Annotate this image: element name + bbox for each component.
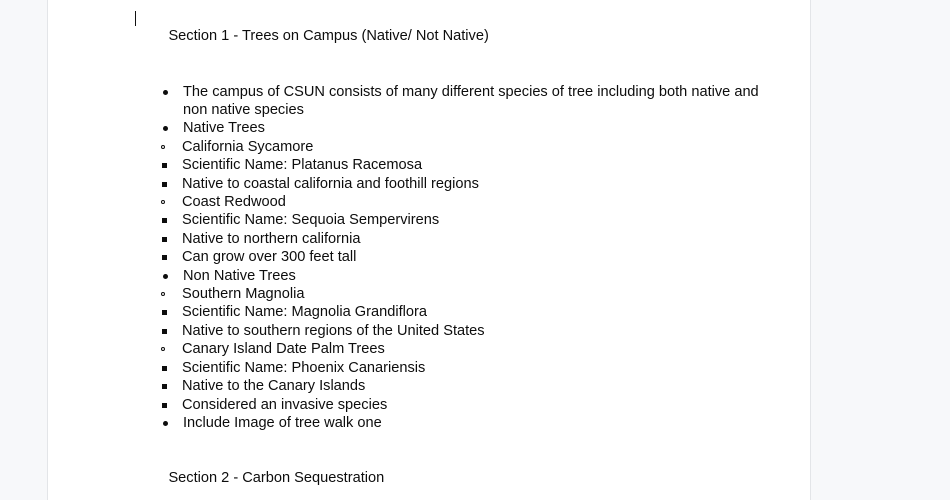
section-1-list: The campus of CSUN consists of many diff… (136, 83, 776, 433)
bullet-circle-icon (161, 144, 165, 149)
list-item[interactable]: Scientific Name: Platanus Racemosa (136, 156, 776, 174)
section-1-heading-text: Section 1 - Trees on Campus (Native/ Not… (168, 28, 489, 45)
list-item[interactable]: Can grow over 300 feet tall (136, 248, 776, 266)
list-item-text: Scientific Name: Magnolia Grandiflora (182, 304, 427, 321)
list-item-text: Non Native Trees (183, 267, 296, 284)
list-item-text: California Sycamore (182, 138, 314, 155)
list-item[interactable]: Canary Island Date Palm Trees (136, 340, 776, 358)
list-item[interactable]: Scientific Name: Magnolia Grandiflora (136, 303, 776, 321)
bullet-disc-icon (163, 420, 168, 426)
bullet-circle-icon (161, 347, 165, 352)
list-item-text: Native Trees (183, 120, 265, 137)
list-item-text: Native to coastal california and foothil… (182, 175, 479, 192)
list-item-text: Include Image of tree walk one (183, 414, 382, 431)
list-item-text: Can grow over 300 feet tall (182, 249, 357, 266)
list-item[interactable]: Native to coastal california and foothil… (136, 175, 776, 193)
bullet-square-icon (162, 236, 167, 242)
list-item[interactable]: Native Trees (136, 119, 776, 137)
bullet-disc-icon (163, 89, 168, 95)
list-item[interactable]: Considered an invasive species (136, 396, 776, 414)
bullet-square-icon (162, 365, 167, 371)
bullet-square-icon (162, 310, 167, 316)
bullet-square-icon (162, 384, 167, 390)
non-native-trees-sublist: Southern Magnolia Scientific Name: Magno… (136, 285, 776, 414)
bullet-square-icon (162, 255, 167, 261)
list-item[interactable]: California Sycamore (136, 138, 776, 156)
list-item[interactable]: Coast Redwood (136, 193, 776, 211)
list-item-text: Native to northern california (182, 230, 361, 247)
list-item-text: Canary Island Date Palm Trees (182, 341, 385, 358)
section-1-heading[interactable]: Section 1 - Trees on Campus (Native/ Not… (135, 9, 776, 64)
list-item-text: Coast Redwood (182, 194, 286, 211)
canary-island-palm-sublist: Scientific Name: Phoenix Canariensis Nat… (136, 359, 776, 414)
list-item[interactable]: Southern Magnolia (136, 285, 776, 303)
bullet-square-icon (162, 163, 167, 169)
california-sycamore-sublist: Scientific Name: Platanus Racemosa Nativ… (136, 156, 776, 193)
document-body[interactable]: Section 1 - Trees on Campus (Native/ Not… (135, 0, 776, 500)
list-item[interactable]: Scientific Name: Sequoia Sempervirens (136, 211, 776, 229)
list-item-text: Native to the Canary Islands (182, 378, 366, 395)
bullet-circle-icon (161, 200, 165, 205)
list-item-text: Scientific Name: Phoenix Canariensis (182, 359, 426, 376)
bullet-circle-icon (161, 292, 165, 297)
list-item-text: Scientific Name: Platanus Racemosa (182, 157, 423, 174)
list-item-text: Scientific Name: Sequoia Sempervirens (182, 212, 440, 229)
section-2-heading[interactable]: Section 2 - Carbon Sequestration (136, 451, 776, 500)
bullet-square-icon (162, 218, 167, 224)
top-spacer (136, 0, 776, 9)
list-item[interactable]: Include Image of tree walk one (136, 414, 776, 432)
bullet-disc-icon (163, 273, 168, 279)
list-item-text: The campus of CSUN consists of many diff… (183, 83, 759, 119)
section-2-heading-text: Section 2 - Carbon Sequestration (168, 470, 385, 487)
list-item-text: Southern Magnolia (182, 286, 305, 303)
list-item-text: Considered an invasive species (182, 396, 388, 413)
list-item[interactable]: Native to southern regions of the United… (136, 322, 776, 340)
list-item[interactable]: Scientific Name: Phoenix Canariensis (136, 359, 776, 377)
bullet-square-icon (162, 328, 167, 334)
list-item[interactable]: Non Native Trees (136, 267, 776, 285)
list-item[interactable]: Native to the Canary Islands (136, 377, 776, 395)
bullet-square-icon (162, 181, 167, 187)
list-item[interactable]: The campus of CSUN consists of many diff… (136, 83, 776, 120)
coast-redwood-sublist: Scientific Name: Sequoia Sempervirens Na… (136, 211, 776, 266)
document-page[interactable]: Section 1 - Trees on Campus (Native/ Not… (47, 0, 811, 500)
bullet-square-icon (162, 402, 167, 408)
app-root: Section 1 - Trees on Campus (Native/ Not… (0, 0, 950, 500)
bullet-disc-icon (163, 126, 168, 132)
text-caret (135, 11, 136, 26)
list-item-text: Native to southern regions of the United… (182, 322, 485, 339)
heading-gap-1 (136, 64, 776, 82)
native-trees-sublist: California Sycamore Scientific Name: Pla… (136, 138, 776, 267)
southern-magnolia-sublist: Scientific Name: Magnolia Grandiflora Na… (136, 303, 776, 340)
list-item[interactable]: Native to northern california (136, 230, 776, 248)
